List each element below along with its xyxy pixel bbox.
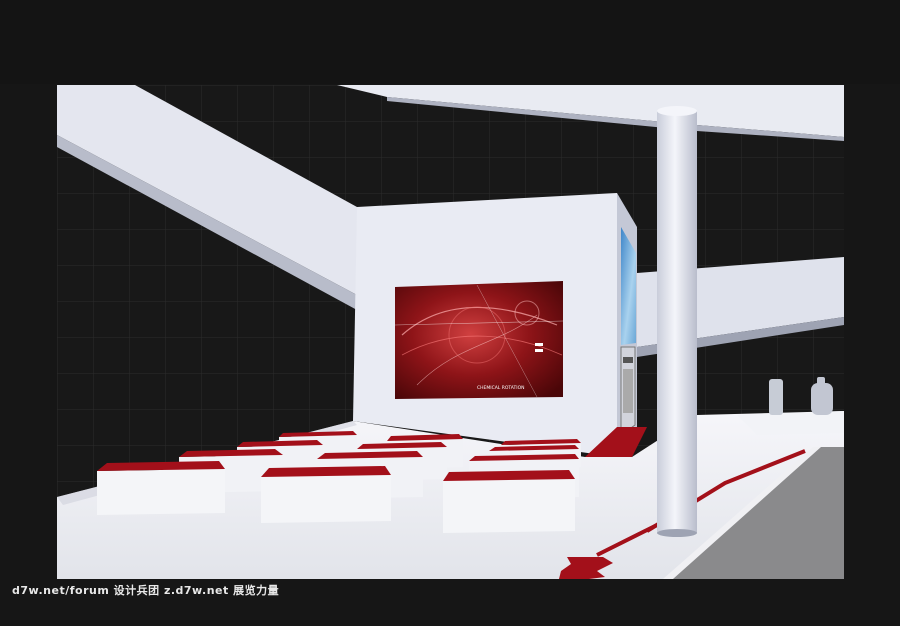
bench xyxy=(261,466,391,523)
support-column xyxy=(657,106,697,537)
main-display-screen: CHEMICAL ROTATION xyxy=(394,281,564,399)
product-bottle xyxy=(769,379,783,415)
bench xyxy=(97,461,225,515)
bench xyxy=(443,470,575,533)
product-jug xyxy=(811,383,833,415)
top-black-band xyxy=(0,0,900,84)
exhibition-booth-render: CHEMICAL ROTATION xyxy=(57,85,844,579)
screen-text: CHEMICAL ROTATION xyxy=(477,385,525,391)
watermark-caption: d7w.net/forum 设计兵团 z.d7w.net 展览力量 xyxy=(12,584,280,597)
booth-scene: CHEMICAL ROTATION xyxy=(57,85,844,579)
